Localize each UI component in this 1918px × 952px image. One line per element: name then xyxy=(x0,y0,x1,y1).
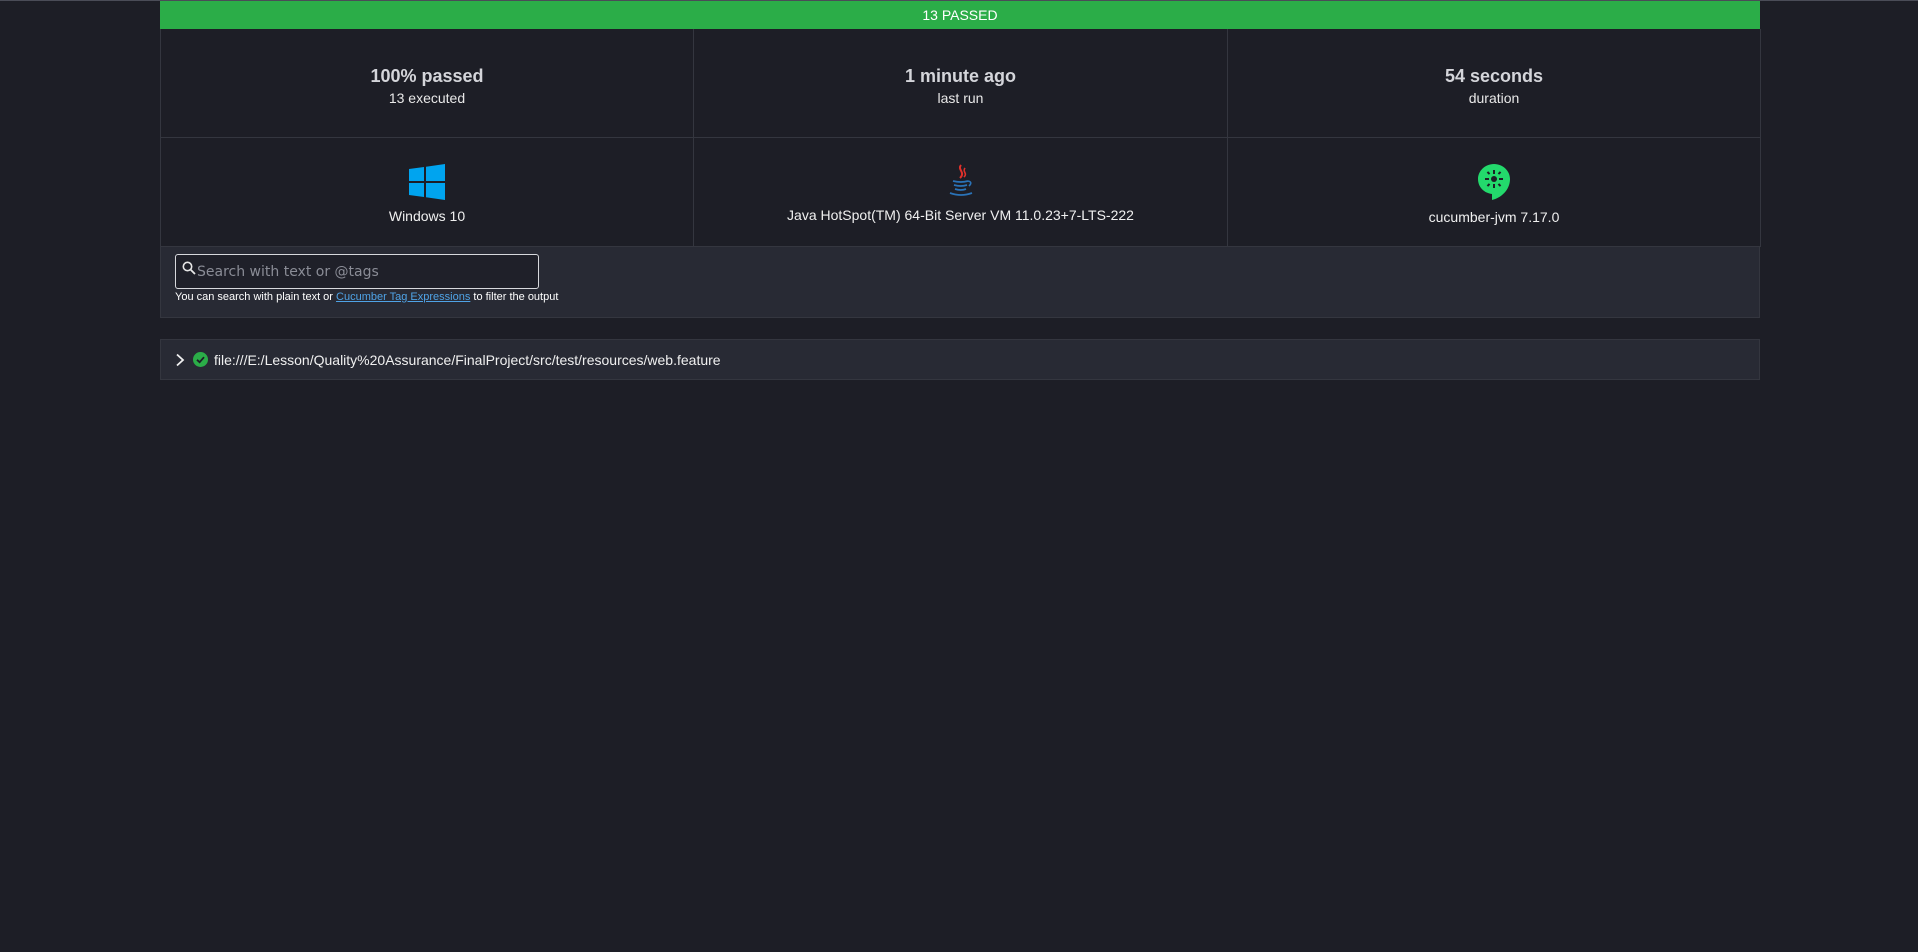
windows-icon xyxy=(409,164,445,200)
implementation-cell: cucumber-jvm 7.17.0 xyxy=(1228,138,1761,247)
passed-stat: 100% passed 13 executed xyxy=(161,29,694,138)
search-help-text: You can search with plain text or Cucumb… xyxy=(175,291,1745,303)
passed-check-icon xyxy=(193,352,208,367)
executed-count: 13 executed xyxy=(388,90,466,106)
last-run-label: last run xyxy=(937,90,984,106)
os-cell: Windows 10 xyxy=(161,138,694,247)
search-help-prefix: You can search with plain text or xyxy=(175,291,337,303)
passed-percent: 100% passed xyxy=(370,66,484,86)
search-panel: You can search with plain text or Cucumb… xyxy=(160,247,1760,318)
search-box[interactable] xyxy=(175,254,539,289)
search-icon xyxy=(182,261,196,275)
duration-label: duration xyxy=(1468,90,1520,106)
feature-row[interactable]: file:///E:/Lesson/Quality%20Assurance/Fi… xyxy=(160,339,1760,380)
runtime-label: Java HotSpot(TM) 64-Bit Server VM 11.0.2… xyxy=(787,207,1134,223)
cucumber-icon xyxy=(1478,164,1510,200)
feature-path: file:///E:/Lesson/Quality%20Assurance/Fi… xyxy=(214,351,721,368)
duration-value: 54 seconds xyxy=(1444,66,1544,86)
runtime-cell: Java HotSpot(TM) 64-Bit Server VM 11.0.2… xyxy=(694,138,1228,247)
report-container: 13 PASSED 100% passed 13 executed 1 minu… xyxy=(160,1,1761,380)
search-input[interactable] xyxy=(197,255,527,288)
search-help-suffix: to filter the output xyxy=(470,291,559,303)
last-run-stat: 1 minute ago last run xyxy=(694,29,1228,138)
os-label: Windows 10 xyxy=(388,208,466,224)
java-icon xyxy=(949,164,972,196)
last-run-value: 1 minute ago xyxy=(904,66,1016,86)
tag-expressions-link[interactable]: Cucumber Tag Expressions xyxy=(336,291,470,303)
status-banner: 13 PASSED xyxy=(160,1,1760,29)
chevron-right-icon[interactable] xyxy=(175,353,185,367)
duration-stat: 54 seconds duration xyxy=(1228,29,1761,138)
implementation-label: cucumber-jvm 7.17.0 xyxy=(1428,209,1560,225)
summary-grid: 100% passed 13 executed 1 minute ago las… xyxy=(160,29,1761,247)
